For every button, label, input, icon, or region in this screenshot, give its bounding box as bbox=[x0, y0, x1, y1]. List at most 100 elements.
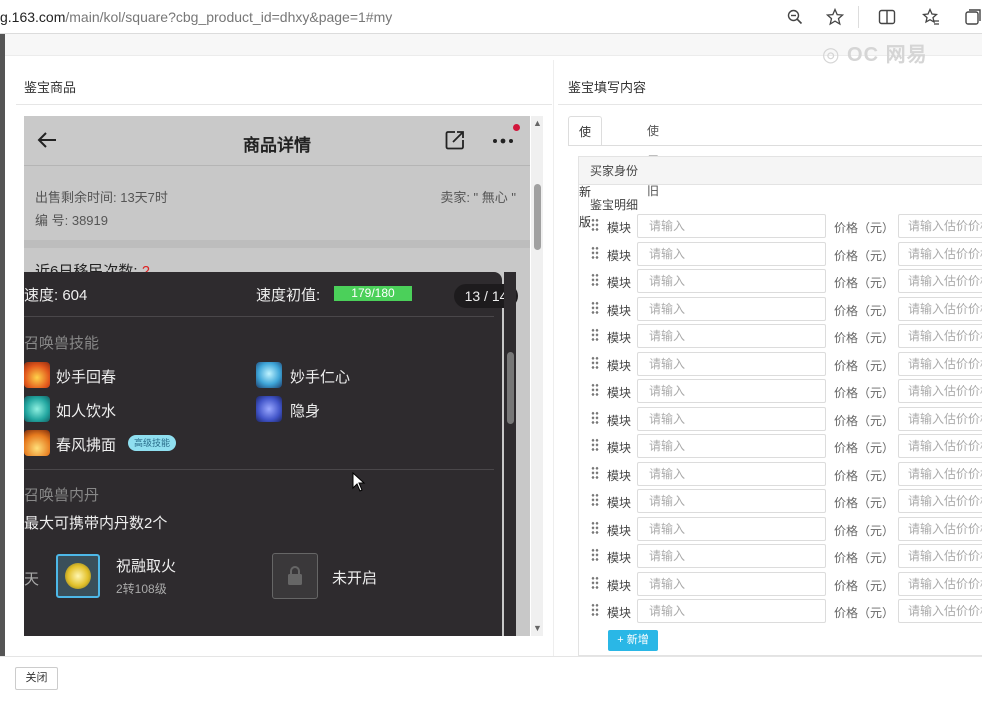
price-input[interactable]: 请输入估价价格 bbox=[898, 599, 982, 623]
drag-handle-icon[interactable] bbox=[591, 300, 599, 315]
module-input[interactable]: 请输入 bbox=[637, 214, 826, 238]
speed-init-bar: 179/180 bbox=[334, 286, 412, 301]
module-input[interactable]: 请输入 bbox=[637, 324, 826, 348]
preview-scroll-thumb[interactable] bbox=[534, 184, 541, 250]
lock-icon bbox=[272, 553, 318, 599]
drag-handle-icon[interactable] bbox=[591, 383, 599, 397]
price-input[interactable]: 请输入估价价格 bbox=[898, 434, 982, 458]
module-input[interactable]: 请输入 bbox=[637, 516, 826, 541]
module-label: 模块 bbox=[607, 523, 632, 538]
appraisal-form: 买家身份 鉴宝明细 模块请输入价格（元）请输入估价价格模块请输入价格（元）请输入… bbox=[578, 156, 982, 656]
favorite-star-icon[interactable] bbox=[824, 6, 846, 28]
drag-handle-icon[interactable] bbox=[591, 548, 599, 562]
drag-handle-icon[interactable] bbox=[591, 218, 599, 232]
notification-dot bbox=[513, 124, 520, 131]
drag-handle-icon[interactable] bbox=[591, 603, 599, 617]
price-input[interactable]: 请输入估价价格 bbox=[898, 544, 982, 568]
price-input[interactable]: 请输入估价价格 bbox=[898, 516, 982, 541]
module-input[interactable]: 请输入 bbox=[637, 434, 826, 458]
price-input[interactable]: 请输入估价价格 bbox=[898, 571, 982, 596]
module-row: 模块请输入价格（元）请输入估价价格 bbox=[591, 571, 982, 596]
price-label: 价格（元） bbox=[834, 413, 895, 428]
skill-icon-3 bbox=[24, 396, 50, 422]
module-input[interactable]: 请输入 bbox=[637, 351, 826, 376]
core-title: 召唤兽内丹 bbox=[24, 487, 100, 504]
module-input[interactable]: 请输入 bbox=[637, 544, 826, 568]
drag-handle-icon[interactable] bbox=[591, 328, 599, 342]
collections-icon[interactable] bbox=[962, 6, 982, 28]
module-input[interactable]: 请输入 bbox=[637, 489, 826, 513]
tabs-underline bbox=[568, 145, 982, 146]
price-label: 价格（元） bbox=[834, 606, 895, 620]
drag-handle-icon[interactable] bbox=[591, 520, 599, 535]
core-max-count: 最大可携带内丹数2个 bbox=[24, 515, 168, 532]
fire-core-icon bbox=[65, 563, 91, 589]
split-screen-icon[interactable] bbox=[876, 6, 898, 28]
address-bar[interactable]: g.163.com/main/kol/square?cbg_product_id… bbox=[0, 0, 982, 34]
overlay-divider-2 bbox=[24, 469, 494, 470]
tab-old-version[interactable]: 使用旧版 bbox=[637, 116, 669, 228]
module-row: 模块请输入价格（元）请输入估价价格 bbox=[591, 434, 982, 458]
module-label: 模块 bbox=[607, 358, 632, 373]
skill-5: 春风拂面 bbox=[56, 437, 117, 454]
module-input[interactable]: 请输入 bbox=[637, 571, 826, 596]
phone-preview[interactable]: 商品详情 出售剩余时间: 13天7时 卖家: " 無心 " 编 号: 38919… bbox=[24, 116, 530, 636]
core-2-name: 未开启 bbox=[332, 570, 378, 587]
module-label: 模块 bbox=[607, 606, 632, 620]
overlay-scroll-thumb[interactable] bbox=[507, 352, 514, 424]
drag-handle-icon[interactable] bbox=[591, 438, 599, 452]
module-input[interactable]: 请输入 bbox=[637, 269, 826, 293]
module-label: 模块 bbox=[607, 331, 632, 345]
share-icon[interactable] bbox=[444, 129, 466, 154]
price-input[interactable]: 请输入估价价格 bbox=[898, 379, 982, 403]
drag-handle-icon[interactable] bbox=[591, 245, 599, 260]
price-input[interactable]: 请输入估价价格 bbox=[898, 489, 982, 513]
price-input[interactable]: 请输入估价价格 bbox=[898, 324, 982, 348]
module-input[interactable]: 请输入 bbox=[637, 599, 826, 623]
price-input[interactable]: 请输入估价价格 bbox=[898, 461, 982, 486]
remaining-time: 出售剩余时间: 13天7时 bbox=[35, 190, 168, 205]
module-row: 模块请输入价格（元）请输入估价价格 bbox=[591, 379, 982, 403]
advanced-skill-badge: 高级技能 bbox=[128, 435, 177, 451]
module-input[interactable]: 请输入 bbox=[637, 461, 826, 486]
tab-new-version[interactable]: 使用新版 bbox=[568, 116, 603, 229]
scroll-up-arrow-icon[interactable]: ▲ bbox=[533, 118, 542, 128]
price-input[interactable]: 请输入估价价格 bbox=[898, 241, 982, 266]
drag-handle-icon[interactable] bbox=[591, 465, 599, 480]
module-label: 模块 bbox=[607, 386, 632, 400]
more-menu-icon[interactable] bbox=[492, 135, 518, 150]
price-input[interactable]: 请输入估价价格 bbox=[898, 296, 982, 321]
close-button[interactable]: 关闭 bbox=[15, 667, 58, 690]
scroll-down-arrow-icon[interactable]: ▼ bbox=[533, 623, 542, 633]
module-row: 模块请输入价格（元）请输入估价价格 bbox=[591, 241, 982, 266]
add-row-button[interactable]: + 新增 bbox=[608, 630, 658, 651]
module-row: 模块请输入价格（元）请输入估价价格 bbox=[591, 406, 982, 431]
price-input[interactable]: 请输入估价价格 bbox=[898, 214, 982, 238]
skill-3: 如人饮水 bbox=[56, 403, 117, 420]
pet-detail-overlay[interactable]: 速度: 604 速度初值: 179/180 13 / 14 召唤兽技能 妙手回春… bbox=[24, 272, 518, 636]
module-input[interactable]: 请输入 bbox=[637, 379, 826, 403]
price-input[interactable]: 请输入估价价格 bbox=[898, 406, 982, 431]
favorites-icon[interactable] bbox=[920, 6, 942, 28]
module-input[interactable]: 请输入 bbox=[637, 241, 826, 266]
dialog-footer bbox=[0, 656, 982, 706]
drag-handle-icon[interactable] bbox=[591, 273, 599, 287]
module-row: 模块请输入价格（元）请输入估价价格 bbox=[591, 214, 982, 238]
zoom-icon[interactable] bbox=[784, 6, 806, 28]
drag-handle-icon[interactable] bbox=[591, 575, 599, 590]
drag-handle-icon[interactable] bbox=[591, 410, 599, 425]
url-text[interactable]: g.163.com/main/kol/square?cbg_product_id… bbox=[0, 9, 392, 25]
url-host: g.163.com bbox=[0, 9, 66, 25]
drag-handle-icon[interactable] bbox=[591, 493, 599, 507]
overlay-scrollbar[interactable] bbox=[504, 272, 516, 636]
price-input[interactable]: 请输入估价价格 bbox=[898, 351, 982, 376]
module-input[interactable]: 请输入 bbox=[637, 406, 826, 431]
module-input[interactable]: 请输入 bbox=[637, 296, 826, 321]
module-row: 模块请输入价格（元）请输入估价价格 bbox=[591, 599, 982, 623]
core-1-name: 祝融取火 bbox=[116, 558, 177, 575]
price-label: 价格（元） bbox=[834, 248, 895, 263]
price-input[interactable]: 请输入估价价格 bbox=[898, 269, 982, 293]
price-label: 价格（元） bbox=[834, 551, 895, 565]
drag-handle-icon[interactable] bbox=[591, 355, 599, 370]
overlay-divider-1 bbox=[24, 316, 494, 317]
